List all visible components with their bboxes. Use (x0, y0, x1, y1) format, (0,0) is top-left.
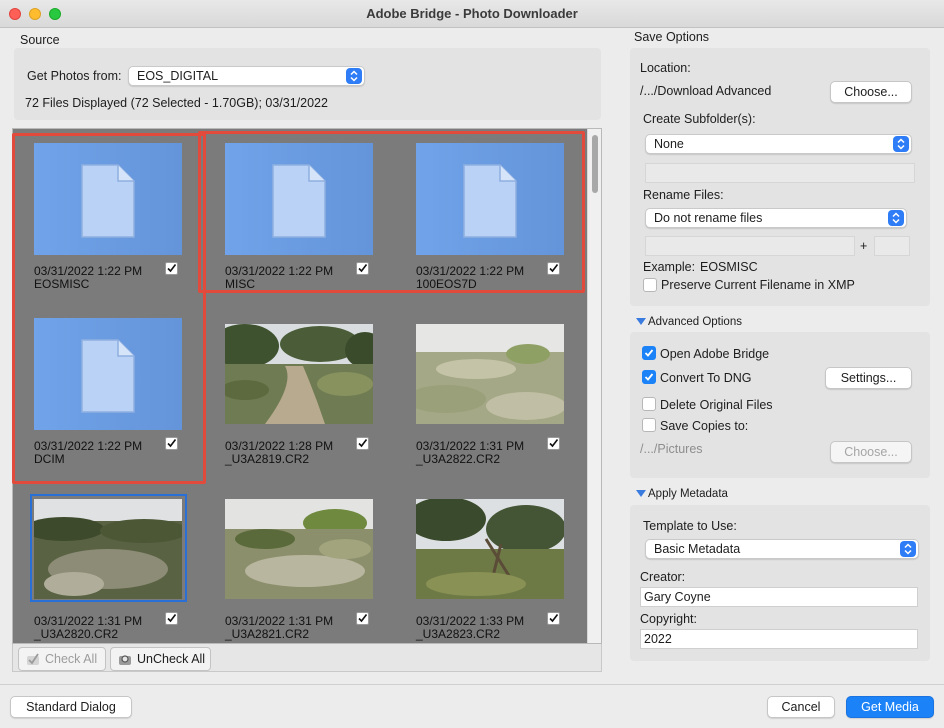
open-bridge-label: Open Adobe Bridge (660, 347, 770, 361)
item-name: _U3A2823.CR2 (416, 627, 501, 641)
landscape-photo (416, 324, 564, 424)
grid-item[interactable]: 03/31/2022 1:28 PM _U3A2819.CR2 (215, 318, 375, 488)
landscape-photo (34, 499, 182, 599)
settings-button[interactable]: Settings... (825, 367, 912, 389)
grid-item[interactable]: 03/31/2022 1:33 PM _U3A2823.CR2 (406, 493, 566, 643)
template-select[interactable]: Basic Metadata (645, 539, 919, 559)
save-copies-checkbox[interactable] (642, 418, 656, 432)
item-name: _U3A2819.CR2 (225, 452, 310, 466)
item-name: _U3A2822.CR2 (416, 452, 501, 466)
apply-metadata-header[interactable]: Apply Metadata (636, 488, 728, 500)
disclosure-triangle-icon (636, 490, 646, 498)
save-options-heading: Save Options (634, 30, 710, 44)
subfolder-select-value: None (654, 137, 684, 151)
location-choose-button[interactable]: Choose... (830, 81, 912, 103)
location-path: /.../Download Advanced (640, 84, 772, 98)
check-all-icon (25, 651, 41, 674)
item-checkbox[interactable] (165, 612, 178, 625)
rename-number-field (874, 236, 910, 256)
files-summary: 72 Files Displayed (72 Selected - 1.70GB… (25, 96, 328, 110)
device-select[interactable]: EOS_DIGITAL (128, 66, 365, 86)
landscape-photo (416, 499, 564, 599)
item-checkbox[interactable] (356, 612, 369, 625)
landscape-photo (225, 499, 373, 599)
advanced-options-header[interactable]: Advanced Options (636, 316, 742, 328)
source-heading: Source (20, 33, 60, 47)
footer-divider (0, 684, 944, 685)
preserve-filename-label: Preserve Current Filename in XMP (661, 278, 855, 292)
uncheck-all-icon (117, 651, 133, 674)
example-value: EOSMISC (700, 260, 758, 274)
updown-arrows-icon (888, 210, 904, 226)
standard-dialog-button[interactable]: Standard Dialog (10, 696, 132, 718)
item-date: 03/31/2022 1:33 PM (416, 614, 525, 628)
cancel-button[interactable]: Cancel (767, 696, 835, 718)
annotation-box-left (12, 133, 206, 484)
uncheck-all-button[interactable]: UnCheck All (110, 647, 211, 671)
creator-label: Creator: (640, 570, 686, 584)
updown-arrows-icon (893, 136, 909, 152)
preserve-filename-checkbox[interactable] (643, 278, 657, 292)
title-bar: Adobe Bridge - Photo Downloader (0, 0, 944, 28)
convert-dng-label: Convert To DNG (660, 371, 752, 385)
item-name: _U3A2821.CR2 (225, 627, 310, 641)
item-checkbox[interactable] (547, 437, 560, 450)
landscape-photo (225, 324, 373, 424)
photo-thumbnail (416, 324, 564, 424)
device-select-value: EOS_DIGITAL (137, 69, 219, 83)
rename-label: Rename Files: (643, 188, 724, 202)
rename-select[interactable]: Do not rename files (645, 208, 907, 228)
window-title: Adobe Bridge - Photo Downloader (366, 6, 578, 21)
save-copies-label: Save Copies to: (660, 419, 749, 433)
get-media-button[interactable]: Get Media (846, 696, 934, 718)
item-checkbox[interactable] (547, 612, 560, 625)
subfolder-label: Create Subfolder(s): (643, 112, 756, 126)
rename-select-value: Do not rename files (654, 211, 763, 225)
delete-originals-label: Delete Original Files (660, 398, 773, 412)
template-label: Template to Use: (643, 519, 737, 533)
item-date: 03/31/2022 1:28 PM (225, 439, 334, 453)
updown-arrows-icon (900, 541, 916, 557)
photo-thumbnail (225, 499, 373, 599)
example-label: Example: (643, 260, 696, 274)
copies-choose-button[interactable]: Choose... (830, 441, 912, 463)
grid-item[interactable]: 03/31/2022 1:31 PM _U3A2821.CR2 (215, 493, 375, 643)
annotation-box-top (198, 131, 585, 293)
item-date: 03/31/2022 1:31 PM (225, 614, 334, 628)
advanced-options-heading: Advanced Options (648, 316, 742, 328)
scroll-thumb[interactable] (592, 135, 598, 193)
photo-thumbnail (225, 324, 373, 424)
check-all-button[interactable]: Check All (18, 647, 106, 671)
copyright-label: Copyright: (640, 612, 697, 626)
photo-thumbnail (416, 499, 564, 599)
subfolder-custom-field (645, 163, 915, 183)
grid-scrollbar[interactable] (587, 129, 601, 643)
plus-sign: + (860, 239, 868, 253)
item-name: _U3A2820.CR2 (34, 627, 119, 641)
copies-path: /.../Pictures (640, 442, 703, 456)
uncheck-all-label: UnCheck All (137, 652, 206, 666)
open-bridge-checkbox[interactable] (642, 346, 656, 360)
item-date: 03/31/2022 1:31 PM (416, 439, 525, 453)
delete-originals-checkbox[interactable] (642, 397, 656, 411)
template-select-value: Basic Metadata (654, 542, 741, 556)
get-photos-label: Get Photos from: (27, 69, 122, 83)
subfolder-select[interactable]: None (645, 134, 912, 154)
item-checkbox[interactable] (356, 437, 369, 450)
grid-item[interactable]: 03/31/2022 1:31 PM _U3A2820.CR2 (24, 493, 184, 643)
copyright-field[interactable]: 2022 (640, 629, 918, 649)
convert-dng-checkbox[interactable] (642, 370, 656, 384)
disclosure-triangle-icon (636, 318, 646, 326)
item-date: 03/31/2022 1:31 PM (34, 614, 143, 628)
photo-thumbnail (34, 499, 182, 599)
creator-field[interactable]: Gary Coyne (640, 587, 918, 607)
apply-metadata-heading: Apply Metadata (648, 488, 728, 500)
updown-arrows-icon (346, 68, 362, 84)
rename-text-field (645, 236, 855, 256)
grid-item[interactable]: 03/31/2022 1:31 PM _U3A2822.CR2 (406, 318, 566, 488)
check-all-label: Check All (45, 652, 98, 666)
location-label: Location: (640, 61, 691, 75)
